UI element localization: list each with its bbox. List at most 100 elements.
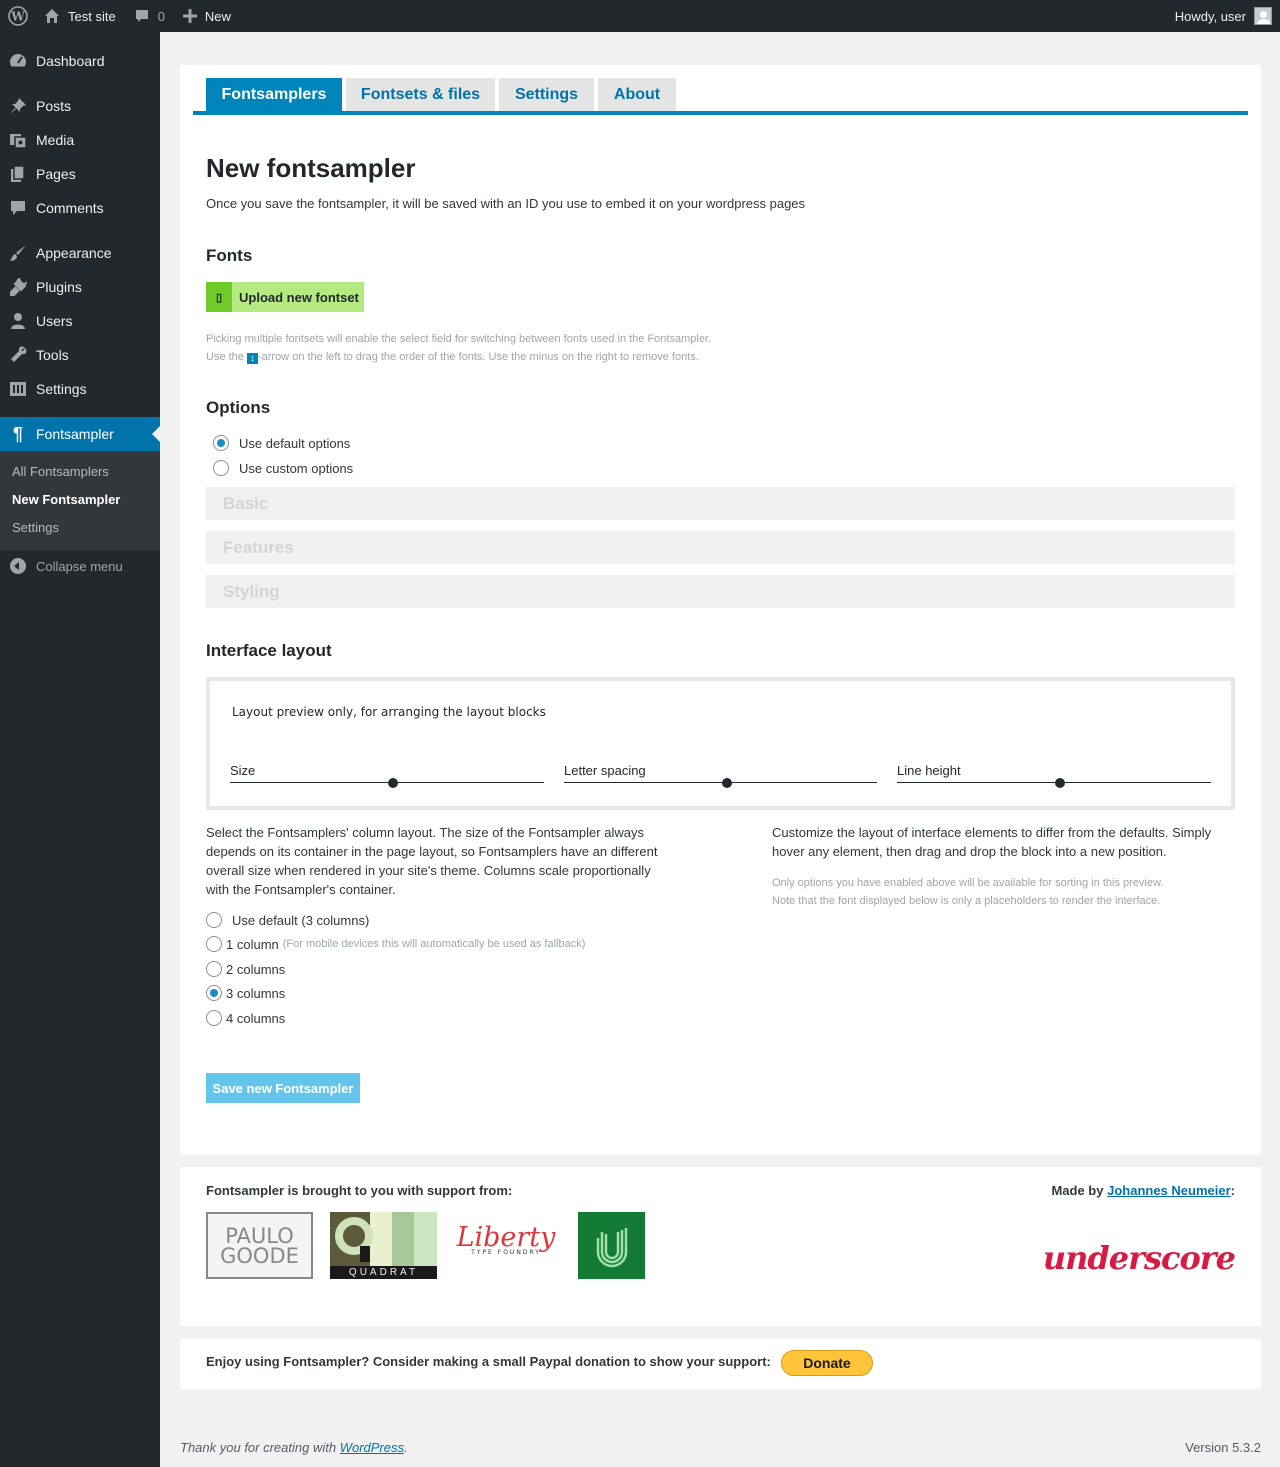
- fonts-note-2: Use the ↕ -arrow on the left to drag the …: [206, 351, 699, 364]
- sidebar-item-label: Comments: [36, 200, 104, 216]
- sidebar-item-fontsampler[interactable]: ¶ Fontsampler: [0, 417, 160, 451]
- radio-custom-options[interactable]: Use custom options: [213, 460, 353, 476]
- upload-fontset-button[interactable]: ▯ Upload new fontset: [206, 282, 364, 312]
- sidebar-item-dashboard[interactable]: Dashboard: [0, 44, 160, 78]
- slider-track[interactable]: [897, 782, 1211, 783]
- tab-bar: Fontsamplers Fontsets & files Settings A…: [193, 78, 1248, 115]
- interface-layout-heading: Interface layout: [206, 641, 332, 660]
- new-label: New: [204, 8, 231, 24]
- radio-column-default[interactable]: Use default (3 columns): [206, 912, 369, 928]
- section-styling[interactable]: Styling: [206, 575, 1235, 608]
- tab-fontsets-files[interactable]: Fontsets & files: [346, 78, 495, 111]
- radio-column-1[interactable]: 1 column (For mobile devices this will a…: [206, 936, 585, 952]
- radio-button[interactable]: [213, 460, 229, 476]
- paulo-goode-logo[interactable]: PAULO GOODE: [206, 1212, 313, 1279]
- account-menu[interactable]: Howdy, user: [1167, 0, 1280, 32]
- media-icon: [0, 131, 36, 149]
- radio-label: 2 columns: [226, 961, 286, 977]
- sidebar-item-label: Tools: [36, 347, 69, 363]
- radio-note: (For mobile devices this will automatica…: [282, 938, 586, 950]
- comments-count: 0: [157, 8, 165, 24]
- sidebar-item-tools[interactable]: Tools: [0, 338, 160, 372]
- tab-settings[interactable]: Settings: [499, 78, 594, 111]
- upload-icon: ▯: [206, 282, 232, 312]
- liberty-type-foundry-logo[interactable]: Liberty TYPE FOUNDRY: [456, 1212, 556, 1279]
- comments-link[interactable]: 0: [124, 0, 173, 32]
- radio-label: 1 column: [226, 936, 279, 952]
- customize-note-1: Only options you have enabled above will…: [772, 877, 1164, 889]
- pages-icon: [0, 165, 36, 183]
- quadrat-logo[interactable]: QUADRAT: [330, 1212, 437, 1279]
- radio-button[interactable]: [206, 912, 222, 928]
- submenu-all-fontsamplers[interactable]: All Fontsamplers: [12, 464, 109, 479]
- sidebar-item-comments[interactable]: Comments: [0, 191, 160, 225]
- sidebar-item-appearance[interactable]: Appearance: [0, 236, 160, 270]
- main-panel: Fontsamplers Fontsets & files Settings A…: [180, 65, 1261, 1155]
- wordpress-logo-icon[interactable]: W: [0, 0, 36, 32]
- radio-column-2[interactable]: 2 columns: [206, 961, 285, 977]
- donate-button[interactable]: Donate: [781, 1350, 873, 1376]
- section-features[interactable]: Features: [206, 531, 1235, 564]
- column-layout-description: Select the Fontsamplers' column layout. …: [206, 825, 658, 897]
- wordpress-link[interactable]: WordPress: [340, 1440, 404, 1455]
- sidebar-item-users[interactable]: Users: [0, 304, 160, 338]
- plus-icon: [182, 9, 197, 23]
- layout-preview-title: Layout preview only, for arranging the l…: [232, 705, 546, 719]
- section-basic[interactable]: Basic: [206, 487, 1235, 520]
- letter-spacing-slider[interactable]: Letter spacing: [564, 763, 877, 788]
- submenu-new-fontsampler[interactable]: New Fontsampler: [12, 492, 120, 507]
- line-height-slider[interactable]: Line height: [897, 763, 1211, 788]
- green-foundry-logo[interactable]: [578, 1212, 645, 1279]
- made-by: Made by Johannes Neumeier:: [1051, 1183, 1235, 1198]
- avatar: [1254, 7, 1272, 25]
- brush-icon: [0, 244, 36, 262]
- user-icon: [0, 312, 36, 330]
- new-content-link[interactable]: New: [173, 0, 239, 32]
- tab-about[interactable]: About: [598, 78, 676, 111]
- settings-icon: [0, 380, 36, 398]
- support-title: Fontsampler is brought to you with suppo…: [206, 1183, 513, 1198]
- sidebar-item-posts[interactable]: Posts: [0, 89, 160, 123]
- collapse-label: Collapse menu: [36, 558, 123, 574]
- size-slider[interactable]: Size: [230, 763, 544, 788]
- submenu-settings[interactable]: Settings: [12, 520, 59, 535]
- collapse-menu-button[interactable]: Collapse menu: [0, 554, 160, 578]
- radio-button[interactable]: [206, 961, 222, 977]
- fonts-note-1: Picking multiple fontsets will enable th…: [206, 333, 712, 345]
- sidebar-item-media[interactable]: Media: [0, 123, 160, 157]
- tab-fontsamplers[interactable]: Fontsamplers: [206, 78, 342, 111]
- sidebar-item-settings[interactable]: Settings: [0, 372, 160, 406]
- version-text: Version 5.3.2: [1185, 1440, 1261, 1455]
- sidebar-item-plugins[interactable]: Plugins: [0, 270, 160, 304]
- slider-handle[interactable]: [388, 778, 399, 788]
- radio-column-3[interactable]: 3 columns: [206, 985, 285, 1001]
- radio-button[interactable]: [206, 936, 222, 952]
- pin-icon: [0, 97, 36, 115]
- page-title: New fontsampler: [206, 153, 416, 183]
- radio-button[interactable]: [206, 985, 222, 1001]
- footer-thanks-suffix: .: [404, 1440, 408, 1455]
- radio-column-4[interactable]: 4 columns: [206, 1010, 285, 1026]
- radio-button[interactable]: [206, 1010, 222, 1026]
- paulo-logo-line1: PAULO: [225, 1223, 294, 1248]
- sidebar-item-label: Appearance: [36, 245, 112, 261]
- slider-handle[interactable]: [1055, 778, 1066, 788]
- site-name-link[interactable]: Test site: [36, 0, 124, 32]
- slider-track[interactable]: [564, 782, 877, 783]
- sidebar-item-label: Plugins: [36, 279, 82, 295]
- underscore-logo[interactable]: underscore: [1043, 1239, 1236, 1277]
- radio-default-options[interactable]: Use default options: [213, 435, 350, 451]
- sidebar-item-pages[interactable]: Pages: [0, 157, 160, 191]
- radio-label: Use default (3 columns): [232, 912, 370, 928]
- footer-thanks-prefix: Thank you for creating with: [180, 1440, 337, 1455]
- dashboard-icon: [0, 52, 36, 70]
- radio-label: 3 columns: [226, 985, 286, 1001]
- author-link[interactable]: Johannes Neumeier: [1107, 1183, 1231, 1198]
- slider-label: Size: [230, 763, 256, 778]
- up-down-arrow-icon: ↕: [246, 353, 258, 364]
- wrench-icon: [0, 346, 36, 364]
- radio-button[interactable]: [213, 435, 229, 451]
- slider-handle[interactable]: [721, 778, 732, 788]
- save-fontsampler-button[interactable]: Save new Fontsampler: [206, 1073, 360, 1103]
- slider-track[interactable]: [230, 782, 544, 783]
